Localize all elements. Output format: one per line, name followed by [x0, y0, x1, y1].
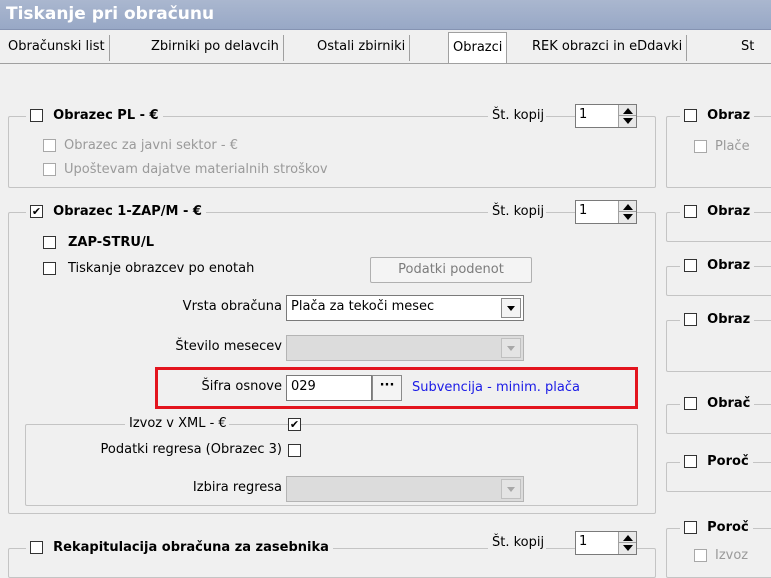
right-2-checkbox[interactable] — [684, 205, 697, 218]
window-title: Tiskanje pri obračunu — [6, 4, 215, 24]
right-5-checkbox[interactable] — [684, 397, 697, 410]
right-4-label: Obraz — [707, 312, 751, 327]
stevilo-mesecev-select[interactable] — [286, 335, 524, 361]
dajatve-checkbox[interactable] — [43, 163, 56, 176]
window-title-bar: Tiskanje pri obračunu — [0, 0, 771, 30]
copies-value-pl: 1 — [579, 107, 588, 122]
right-3-label: Obraz — [707, 258, 751, 273]
group-title-right-6: Poroč — [680, 453, 753, 471]
group-title-right-1: Obraz — [680, 107, 755, 125]
obrazec-pl-checkbox[interactable] — [30, 109, 43, 122]
tiskanje-enot-checkbox[interactable] — [43, 262, 56, 275]
regres-label: Podatki regresa (Obrazec 3) — [100, 442, 282, 457]
right-izvoz-checkbox[interactable] — [694, 549, 707, 562]
copies-spinner-rekap[interactable]: 1 — [575, 531, 637, 555]
right-1-checkbox[interactable] — [684, 109, 697, 122]
tab-rek-obrazci[interactable]: REK obrazci in eDdavki — [528, 35, 688, 61]
podatki-podenot-button[interactable]: Podatki podenot — [370, 257, 532, 283]
obrazec-1zap-label: Obrazec 1-ZAP/M - € — [53, 204, 202, 219]
tab-zbirniki-po-delavcih[interactable]: Zbirniki po delavcih — [147, 35, 284, 61]
group-title-rekap: Rekapitulacija obračuna za zasebnika — [26, 539, 333, 557]
dajatve-label: Upoštevam dajatve materialnih stroškov — [64, 162, 328, 177]
right-place-label: Plače — [715, 139, 750, 154]
right-place-checkbox[interactable] — [694, 140, 707, 153]
tab-obrazci[interactable]: Obrazci — [448, 32, 508, 63]
izvoz-xml-checkbox[interactable] — [288, 418, 301, 431]
right-2-label: Obraz — [707, 204, 751, 219]
vrsta-obracuna-value: Plača za tekoči mesec — [291, 299, 435, 314]
javni-sektor-checkbox[interactable] — [43, 139, 56, 152]
vrsta-obracuna-label: Vrsta obračuna — [182, 299, 282, 314]
izbira-regresa-label: Izbira regresa — [192, 480, 282, 495]
zap-stru-label: ZAP-STRU/L — [68, 235, 155, 250]
tiskanje-enot-label: Tiskanje obrazcev po enotah — [68, 261, 255, 276]
group-title-pl: Obrazec PL - € — [26, 107, 163, 125]
right-5-label: Obrač — [707, 396, 751, 411]
copies-label-pl: Št. kopij — [488, 107, 547, 125]
rekap-label: Rekapitulacija obračuna za zasebnika — [53, 540, 329, 555]
copies-value-1zap: 1 — [579, 203, 588, 218]
rekap-checkbox[interactable] — [30, 541, 43, 554]
group-title-right-3: Obraz — [680, 257, 755, 275]
group-title-right-7: Poroč — [680, 519, 753, 537]
javni-sektor-label: Obrazec za javni sektor - € — [64, 138, 238, 153]
tab-ostali-zbirniki[interactable]: Ostali zbirniki — [313, 35, 411, 61]
group-title-right-4: Obraz — [680, 311, 755, 329]
right-7-label: Poroč — [707, 520, 749, 535]
group-title-1zap: Obrazec 1-ZAP/M - € — [26, 203, 206, 221]
group-title-right-5: Obrač — [680, 395, 755, 413]
tab-st[interactable]: St — [737, 35, 758, 61]
izvoz-xml-label: Izvoz v XML - € — [125, 415, 229, 433]
chevron-down-icon[interactable] — [501, 298, 521, 318]
stevilo-mesecev-label: Število mesecev — [175, 339, 282, 354]
izbira-regresa-select[interactable] — [286, 476, 524, 502]
right-1-label: Obraz — [707, 108, 751, 123]
regres-checkbox[interactable] — [288, 444, 301, 457]
copies-label-rekap: Št. kopij — [488, 534, 547, 552]
right-4-checkbox[interactable] — [684, 313, 697, 326]
copies-label-1zap: Št. kopij — [488, 203, 547, 221]
obrazec-1zap-checkbox[interactable] — [30, 205, 43, 218]
highlight-box — [155, 367, 638, 409]
copies-spinner-1zap[interactable]: 1 — [575, 200, 637, 224]
obrazec-pl-label: Obrazec PL - € — [53, 108, 159, 123]
right-6-checkbox[interactable] — [684, 455, 697, 468]
right-7-checkbox[interactable] — [684, 521, 697, 534]
copies-value-rekap: 1 — [579, 534, 588, 549]
right-izvoz-label: Izvoz — [715, 548, 749, 563]
right-6-label: Poroč — [707, 454, 749, 469]
vrsta-obracuna-select[interactable]: Plača za tekoči mesec — [286, 295, 524, 321]
group-title-right-2: Obraz — [680, 203, 755, 221]
tab-obracunski-list[interactable]: Obračunski list — [4, 35, 110, 61]
tab-strip: Obračunski list Zbirniki po delavcih Ost… — [0, 30, 771, 63]
chevron-down-icon[interactable] — [501, 479, 521, 499]
zap-stru-checkbox[interactable] — [43, 236, 56, 249]
chevron-down-icon[interactable] — [501, 338, 521, 358]
right-3-checkbox[interactable] — [684, 259, 697, 272]
copies-spinner-pl[interactable]: 1 — [575, 104, 637, 128]
